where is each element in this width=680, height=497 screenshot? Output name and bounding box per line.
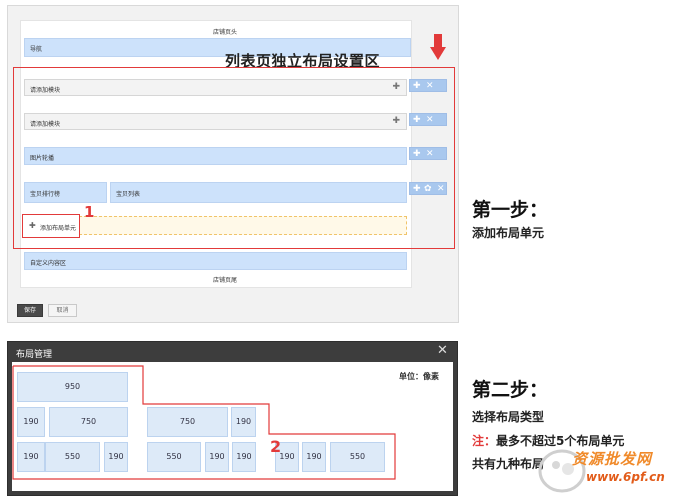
- item-ranking-module[interactable]: 宝贝排行榜: [24, 182, 107, 203]
- unit-label: 单位：像素: [399, 372, 439, 381]
- module-controls: ✚ ✕: [409, 147, 447, 160]
- module-placeholder[interactable]: 请添加模块 ✚: [24, 79, 407, 96]
- down-arrow-icon: [430, 34, 446, 60]
- add-unit-dropzone: [24, 216, 407, 235]
- move-icon[interactable]: ✚: [413, 183, 421, 195]
- rank-label: 宝贝排行榜: [30, 191, 61, 198]
- add-module-icon[interactable]: ✚: [392, 82, 400, 92]
- shop-footer-label: 店铺页尾: [212, 277, 237, 284]
- dialog-title: 布局管理: [16, 350, 53, 360]
- list-label: 宝贝列表: [116, 191, 141, 198]
- carousel-label: 图片轮播: [30, 155, 55, 162]
- add-module-icon[interactable]: ✚: [392, 116, 400, 126]
- module-controls: ✚ ✿ ✕: [409, 182, 447, 195]
- layout-selection-outline: [12, 365, 396, 480]
- image-carousel-module[interactable]: 图片轮播: [24, 147, 407, 165]
- save-button[interactable]: 保存: [17, 304, 43, 317]
- move-icon[interactable]: ✚: [413, 148, 421, 160]
- close-icon[interactable]: ✕: [437, 343, 448, 358]
- move-icon[interactable]: ✚: [413, 80, 421, 92]
- close-icon[interactable]: ✕: [437, 183, 445, 195]
- plus-icon: ✚: [29, 221, 36, 230]
- close-icon[interactable]: ✕: [426, 80, 434, 92]
- add-unit-label: 添加布局单元: [40, 225, 77, 232]
- gear-icon[interactable]: ✿: [424, 183, 432, 195]
- module-controls: ✚ ✕: [409, 113, 447, 126]
- module-label: 请添加模块: [30, 121, 61, 128]
- shop-header-label: 店铺页头: [212, 29, 237, 36]
- custom-content-area[interactable]: 自定义内容区: [24, 252, 407, 270]
- custom-area-label: 自定义内容区: [30, 260, 67, 267]
- step2-description: 选择布局类型: [472, 410, 545, 424]
- step1-description: 添加布局单元: [472, 226, 545, 240]
- close-icon[interactable]: ✕: [426, 114, 434, 126]
- nav-label: 导航: [30, 46, 43, 53]
- item-list-module[interactable]: 宝贝列表: [110, 182, 407, 203]
- step1-title: 第一步：: [472, 199, 549, 221]
- note-label: 注：: [472, 434, 497, 448]
- module-controls: ✚ ✕: [409, 79, 447, 92]
- step2-total: 共有九种布局: [472, 457, 545, 471]
- move-icon[interactable]: ✚: [413, 114, 421, 126]
- module-label: 请添加模块: [30, 87, 61, 94]
- step2-title: 第二步：: [472, 379, 549, 401]
- watermark-text: 资源批发网: [572, 450, 653, 468]
- add-layout-unit-button[interactable]: ✚ 添加布局单元: [22, 214, 80, 238]
- watermark-url: www.6pf.cn: [586, 470, 665, 484]
- step-marker-2: 2: [270, 437, 282, 456]
- cancel-button[interactable]: 取消: [48, 304, 77, 317]
- close-icon[interactable]: ✕: [426, 148, 434, 160]
- module-placeholder[interactable]: 请添加模块 ✚: [24, 113, 407, 130]
- step-marker-1: 1: [84, 203, 95, 221]
